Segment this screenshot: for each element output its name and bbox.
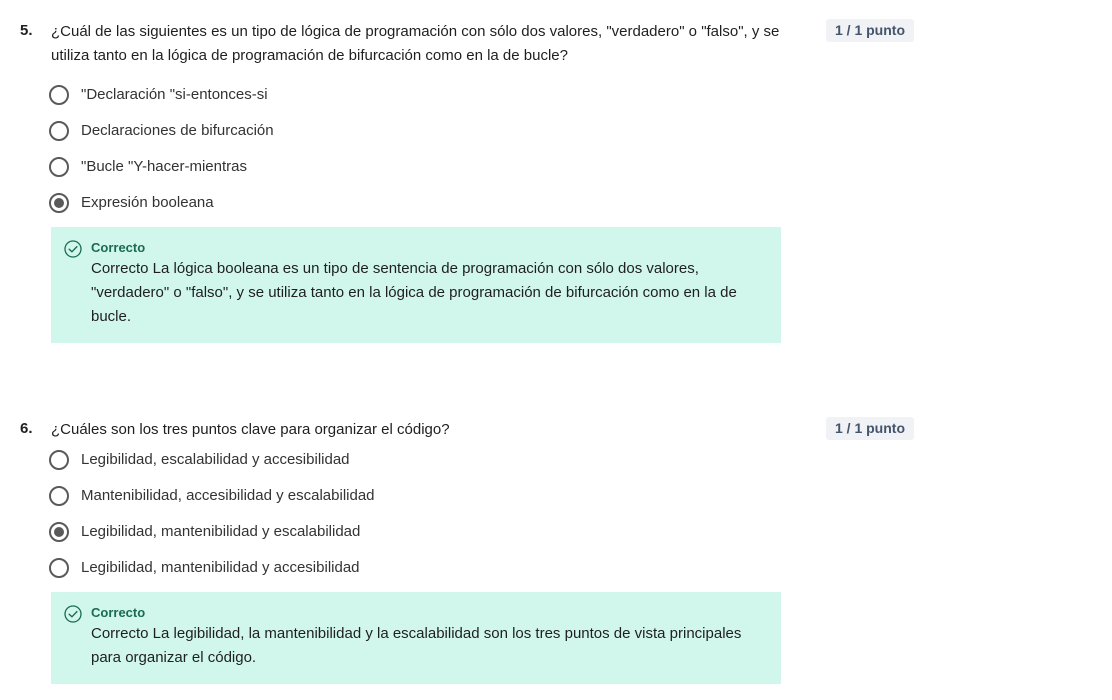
option-label: Mantenibilidad, accesibilidad y escalabi… [81, 487, 375, 504]
feedback-text: Correcto La legibilidad, la mantenibilid… [91, 625, 742, 666]
options-list: "Declaración "si-entonces-si Declaracion… [49, 77, 274, 221]
option-label: Legibilidad, escalabilidad y accesibilid… [81, 451, 350, 468]
option-3[interactable]: Expresión booleana [49, 185, 274, 221]
option-label: Declaraciones de bifurcación [81, 122, 274, 139]
radio-icon[interactable] [49, 522, 69, 542]
radio-icon[interactable] [49, 486, 69, 506]
question-text: ¿Cuál de las siguientes es un tipo de ló… [51, 23, 780, 64]
radio-icon[interactable] [49, 450, 69, 470]
radio-icon[interactable] [49, 157, 69, 177]
question-text: ¿Cuáles son los tres puntos clave para o… [51, 421, 450, 438]
feedback-title: Correcto [91, 240, 146, 255]
feedback-correct: Correcto Correcto La legibilidad, la man… [51, 592, 781, 684]
radio-icon[interactable] [49, 193, 69, 213]
points-badge: 1 / 1 punto [826, 417, 914, 440]
option-2[interactable]: "Bucle "Y-hacer-mientras [49, 149, 274, 185]
option-label: Legibilidad, mantenibilidad y escalabili… [81, 523, 361, 540]
option-0[interactable]: "Declaración "si-entonces-si [49, 77, 274, 113]
option-0[interactable]: Legibilidad, escalabilidad y accesibilid… [49, 442, 375, 478]
check-circle-icon [64, 240, 82, 258]
feedback-correct: Correcto Correcto La lógica booleana es … [51, 227, 781, 343]
radio-icon[interactable] [49, 121, 69, 141]
points-badge: 1 / 1 punto [826, 19, 914, 42]
check-circle-icon [64, 605, 82, 623]
option-1[interactable]: Mantenibilidad, accesibilidad y escalabi… [49, 478, 375, 514]
option-label: Expresión booleana [81, 194, 214, 211]
option-label: "Bucle "Y-hacer-mientras [81, 158, 247, 175]
feedback-title: Correcto [91, 605, 146, 620]
radio-icon[interactable] [49, 558, 69, 578]
option-label: Legibilidad, mantenibilidad y accesibili… [81, 559, 360, 576]
feedback-text: Correcto La lógica booleana es un tipo d… [91, 260, 737, 325]
option-label: "Declaración "si-entonces-si [81, 86, 268, 103]
option-3[interactable]: Legibilidad, mantenibilidad y accesibili… [49, 550, 375, 586]
option-1[interactable]: Declaraciones de bifurcación [49, 113, 274, 149]
radio-icon[interactable] [49, 85, 69, 105]
question-number: 6. [20, 420, 33, 437]
option-2[interactable]: Legibilidad, mantenibilidad y escalabili… [49, 514, 375, 550]
question-header: 5. ¿Cuál de las siguientes es un tipo de… [0, 0, 1112, 64]
question-number: 5. [20, 22, 33, 39]
question-6: 6. ¿Cuáles son los tres puntos clave par… [0, 398, 1112, 684]
question-5: 5. ¿Cuál de las siguientes es un tipo de… [0, 0, 1112, 343]
options-list: Legibilidad, escalabilidad y accesibilid… [49, 442, 375, 586]
